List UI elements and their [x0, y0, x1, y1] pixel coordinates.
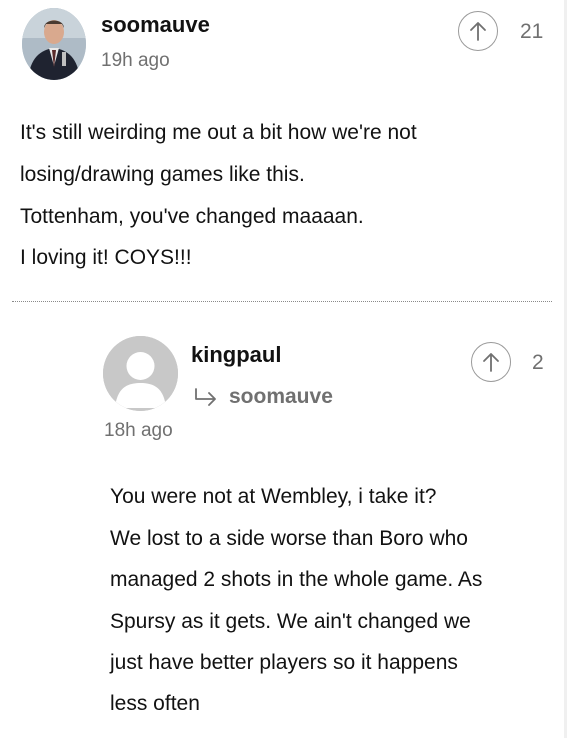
- comment-text-line: Spursy as it gets. We ain't changed we: [110, 610, 471, 633]
- user-photo-icon: [22, 8, 86, 80]
- vote-count: 2: [532, 351, 544, 374]
- default-avatar-icon: [103, 336, 178, 411]
- vote-count: 21: [520, 20, 544, 43]
- comment-text-line: losing/drawing games like this.: [20, 163, 305, 186]
- comment-text-line: managed 2 shots in the whole game. As: [110, 568, 483, 591]
- reply-to[interactable]: soomauve: [193, 385, 333, 409]
- reply-to-username[interactable]: soomauve: [229, 385, 333, 409]
- comment-text-line: You were not at Wembley, i take it?: [110, 485, 437, 508]
- comment-text-line: Tottenham, you've changed maaaan.: [20, 205, 364, 228]
- comment-timestamp[interactable]: 19h ago: [101, 50, 170, 72]
- comment-username[interactable]: kingpaul: [191, 342, 281, 368]
- avatar[interactable]: [22, 8, 86, 80]
- comment-text-line: We lost to a side worse than Boro who: [110, 527, 468, 550]
- reply-arrow-icon: [195, 388, 216, 406]
- comment-text-line: just have better players so it happens: [110, 651, 458, 674]
- comment-text-line: It's still weirding me out a bit how we'…: [20, 121, 417, 144]
- comment-text-line: less often: [110, 692, 200, 715]
- arrow-up-icon: [470, 22, 486, 41]
- comment-text-line: I loving it! COYS!!!: [20, 246, 192, 269]
- comment-divider: [12, 301, 552, 302]
- avatar[interactable]: [103, 336, 178, 411]
- comment-username[interactable]: soomauve: [101, 12, 210, 38]
- comment-timestamp[interactable]: 18h ago: [104, 420, 173, 442]
- recommend-button[interactable]: [471, 342, 511, 382]
- arrow-up-icon: [483, 353, 499, 372]
- recommend-button[interactable]: [458, 11, 498, 51]
